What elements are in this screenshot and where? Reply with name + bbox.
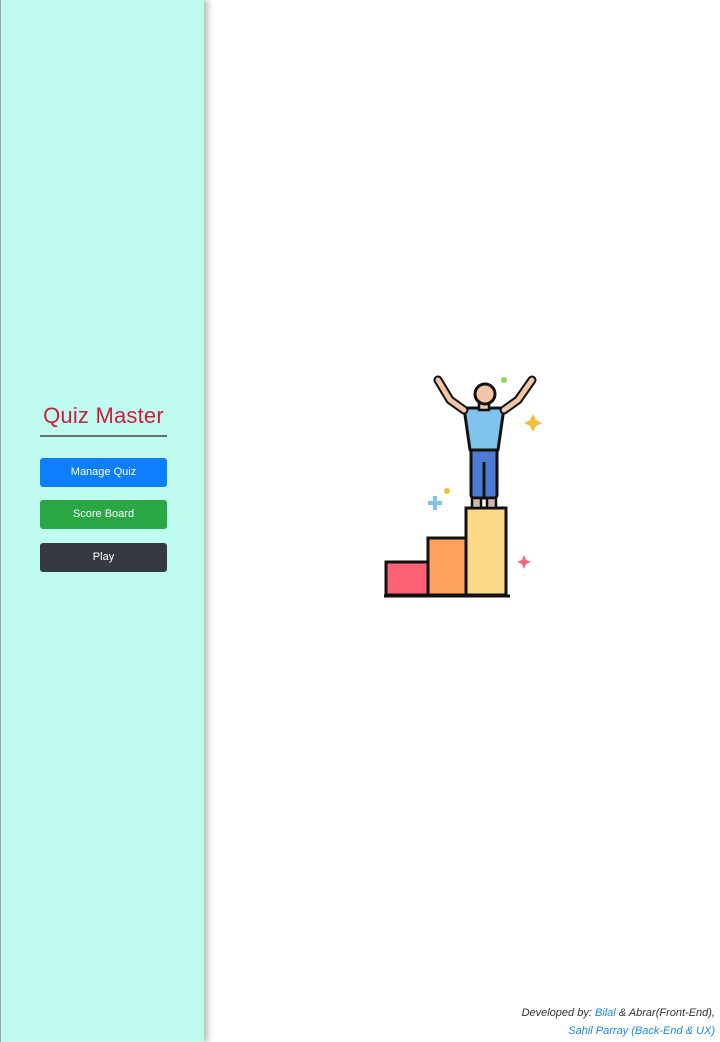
play-button[interactable]: Play xyxy=(40,543,167,572)
brand: Quiz Master xyxy=(40,400,167,437)
credits-line-1: Developed by: Bilal & Abrar(Front-End), xyxy=(522,1004,715,1022)
title-divider xyxy=(40,435,167,437)
dev-link-sahil[interactable]: Sahil Parray (Back-End & UX) xyxy=(568,1025,715,1037)
credits-abrar: & Abrar(Front-End), xyxy=(618,1007,715,1019)
footer-credits: Developed by: Bilal & Abrar(Front-End), … xyxy=(522,1004,715,1040)
winner-podium-icon xyxy=(380,370,550,602)
credits-line-2: Sahil Parray (Back-End & UX) xyxy=(522,1022,715,1040)
sidebar: Quiz Master Manage Quiz Score Board Play xyxy=(0,0,204,1042)
app-title: Quiz Master xyxy=(43,403,164,428)
credits-prefix: Developed by: xyxy=(521,1007,592,1019)
manage-quiz-button[interactable]: Manage Quiz xyxy=(40,458,167,487)
score-board-button[interactable]: Score Board xyxy=(40,500,167,529)
dev-link-bilal[interactable]: Bilal xyxy=(595,1007,616,1019)
